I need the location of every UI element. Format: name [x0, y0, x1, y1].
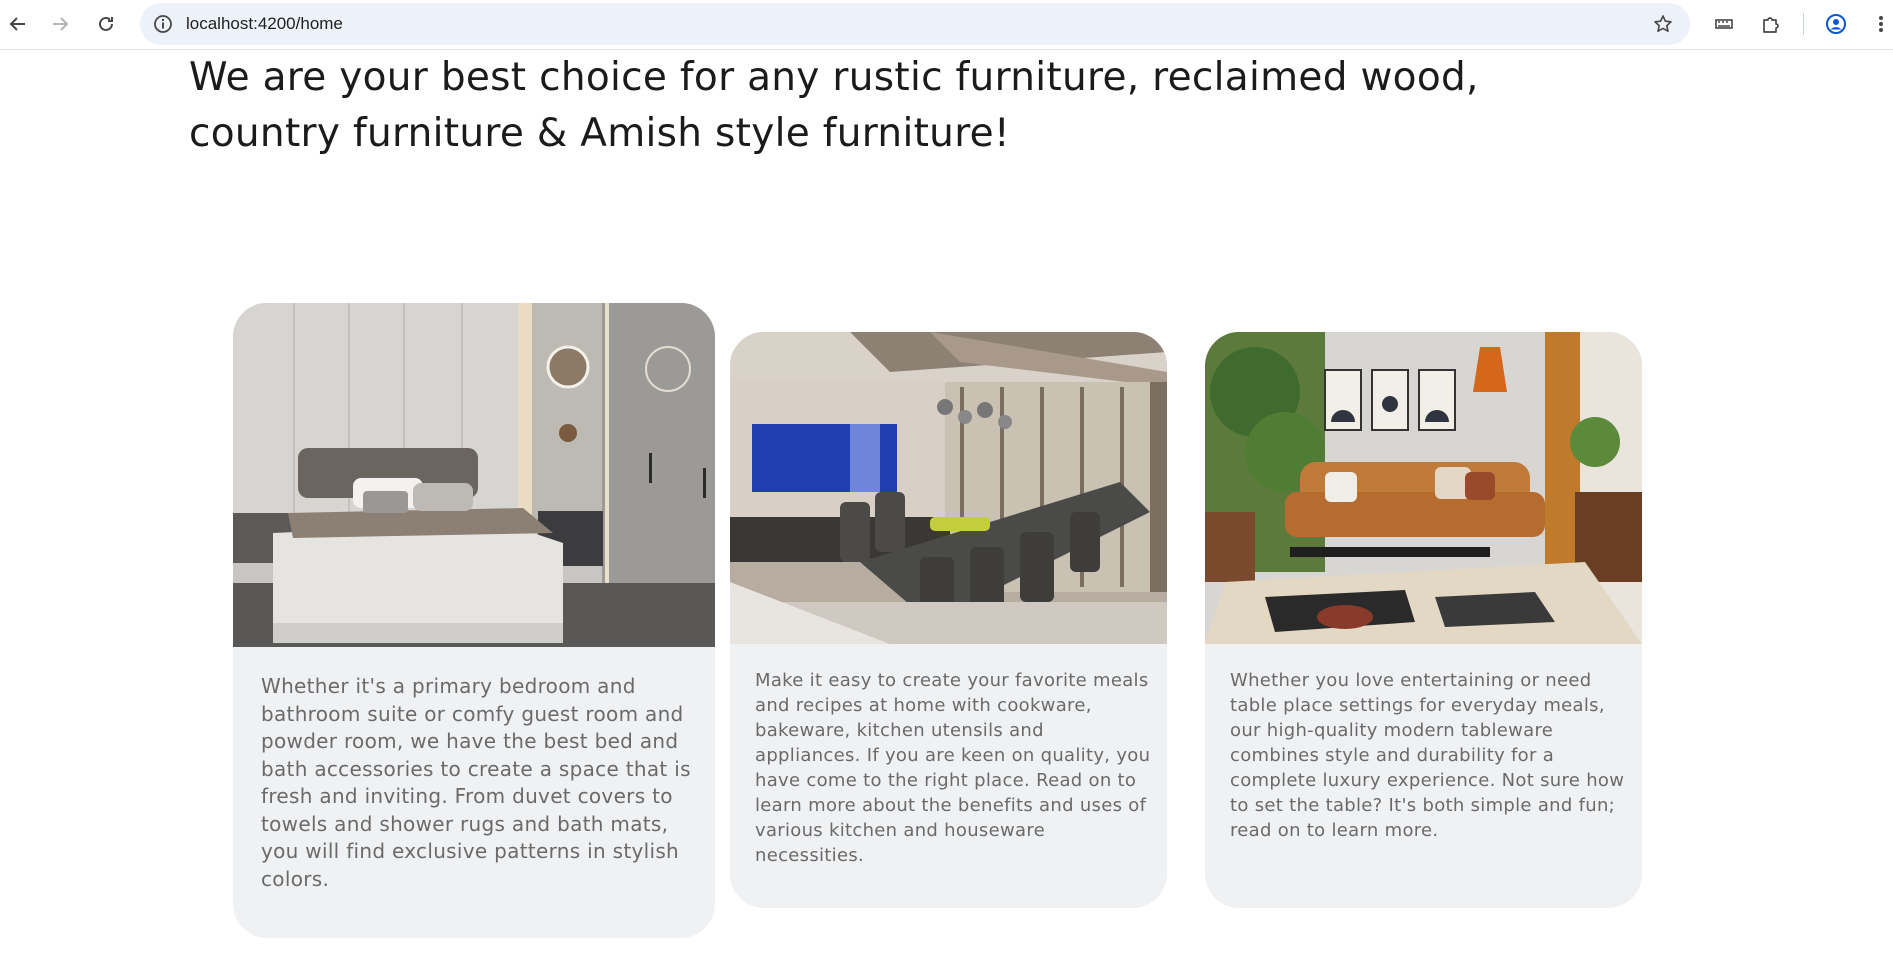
reload-icon[interactable]: [91, 9, 121, 39]
living-room-card-text: Whether you love entertaining or need ta…: [1230, 670, 1625, 841]
bookmark-star-icon[interactable]: [1648, 9, 1678, 39]
url-text[interactable]: localhost:4200/home: [186, 3, 343, 45]
forward-arrow-icon[interactable]: [45, 9, 75, 39]
extensions-puzzle-icon[interactable]: [1756, 9, 1786, 39]
dining-room-photo: [730, 332, 1167, 644]
living-room-photo: [1205, 332, 1642, 644]
toolbar-divider: [1803, 13, 1804, 35]
bedroom-card: Whether it's a primary bedroom and bathr…: [233, 303, 715, 938]
profile-avatar-icon[interactable]: [1821, 9, 1851, 39]
back-arrow-icon[interactable]: [3, 9, 33, 39]
bedroom-card-text: Whether it's a primary bedroom and bathr…: [261, 674, 691, 891]
media-icon[interactable]: [1709, 9, 1739, 39]
site-info-icon[interactable]: [148, 9, 178, 39]
dining-room-card-text: Make it easy to create your favorite mea…: [755, 670, 1151, 866]
bedroom-photo: [233, 303, 715, 647]
page-headline: We are your best choice for any rustic f…: [189, 55, 1479, 156]
address-bar[interactable]: localhost:4200/home: [140, 3, 1690, 45]
more-menu-icon[interactable]: [1866, 9, 1893, 39]
browser-toolbar: localhost:4200/home: [0, 0, 1893, 50]
dining-room-card: Make it easy to create your favorite mea…: [730, 332, 1167, 908]
living-room-card: Whether you love entertaining or need ta…: [1205, 332, 1642, 908]
